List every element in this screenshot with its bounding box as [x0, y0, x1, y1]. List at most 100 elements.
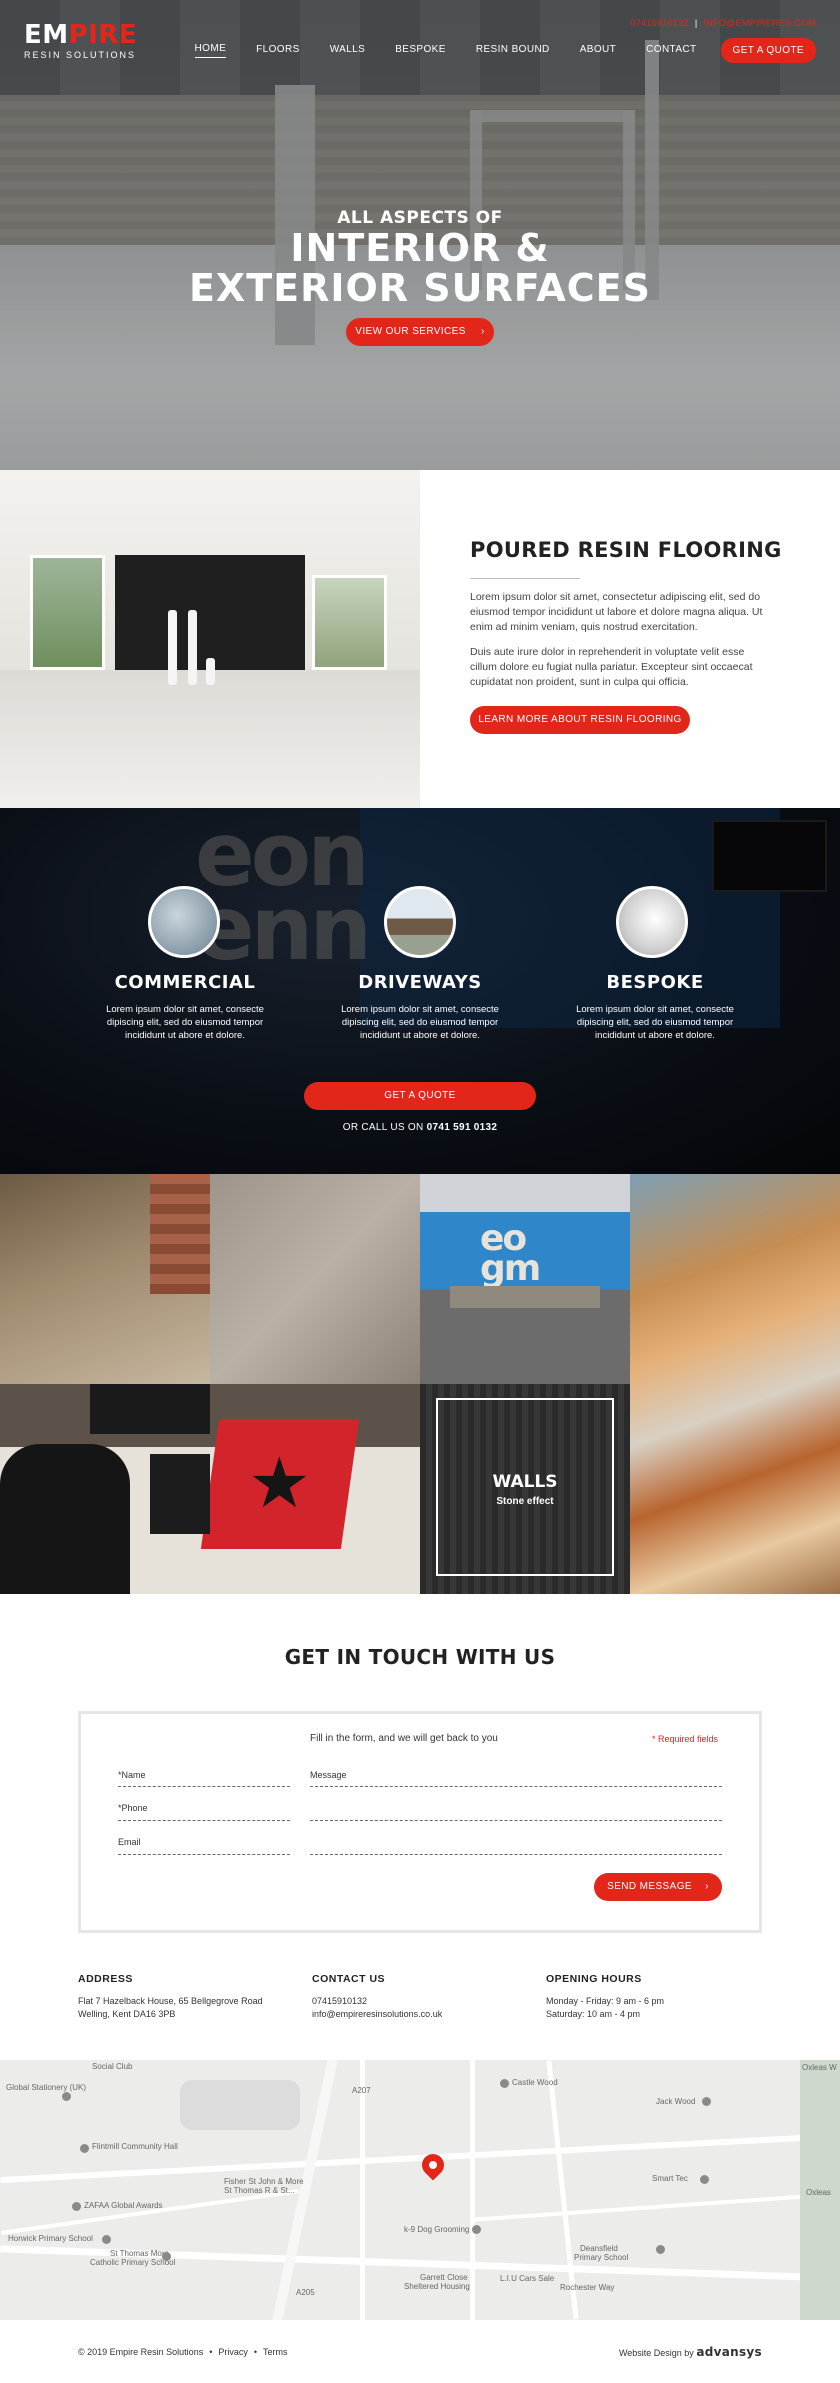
gallery-tile-concrete[interactable] [210, 1174, 420, 1384]
sofa [90, 1384, 210, 1434]
hours-weekday: Monday - Friday: 9 am - 6 pm [546, 1996, 665, 2006]
map-label: Smart Tec [652, 2174, 688, 2183]
terms-link[interactable]: Terms [263, 2347, 288, 2357]
hours-saturday: Saturday: 10 am - 4 pm [546, 2009, 641, 2019]
walls-subtitle: Stone effect [496, 1496, 554, 1507]
service-title-driveways[interactable]: DRIVEWAYS [320, 972, 520, 993]
office-sign: eo gm [480, 1218, 541, 1289]
map-label: k-9 Dog Grooming [404, 2225, 470, 2234]
contact-phone[interactable]: 07415910132 [312, 1995, 367, 2007]
map-label: St Thomas R & St... [224, 2186, 295, 2195]
map-label: Primary School [574, 2253, 629, 2262]
nav-floors[interactable]: FLOORS [256, 44, 300, 58]
call-number[interactable]: 0741 591 0132 [427, 1122, 498, 1133]
message-field-line[interactable] [310, 1820, 722, 1821]
top-email-link[interactable]: INFO@EMPIRERES.COM [703, 18, 816, 28]
vase [188, 610, 197, 685]
map-label: A207 [352, 2086, 371, 2095]
star-icon: ★ [248, 1444, 311, 1522]
top-contact-bar: 07415910132 | INFO@EMPIRERES.COM [630, 18, 816, 28]
address-heading: ADDRESS [78, 1973, 133, 1985]
map-label: Rochester Way [560, 2283, 615, 2292]
map-poi-icon [162, 2252, 171, 2261]
map-poi-icon [500, 2079, 509, 2088]
map-label: Deansfield [580, 2244, 618, 2253]
map-label: Oxleas W [802, 2063, 837, 2072]
service-text-driveways: Lorem ipsum dolor sit amet, consecte dip… [341, 1004, 499, 1041]
service-title-commercial[interactable]: COMMERCIAL [85, 972, 285, 993]
name-label: *Name [118, 1770, 146, 1780]
map-label: Jack Wood [656, 2097, 696, 2106]
location-map[interactable]: Global Stationery (UK) Social Club Castl… [0, 2060, 840, 2320]
map-label: Fisher St John & More [224, 2177, 304, 2186]
gallery-tile-office[interactable]: eo gm [420, 1174, 630, 1384]
walls-title: WALLS [492, 1472, 558, 1492]
nav-get-quote-button[interactable]: GET A QUOTE [720, 38, 816, 63]
service-text-bespoke: Lorem ipsum dolor sit amet, consecte dip… [576, 1004, 734, 1041]
form-intro: Fill in the form, and we will get back t… [310, 1733, 498, 1744]
email-field[interactable] [118, 1854, 290, 1855]
view-services-label: VIEW OUR SERVICES [355, 326, 466, 337]
poured-divider [470, 578, 580, 579]
top-phone-link[interactable]: 07415910132 [630, 18, 688, 28]
address-line-2: Welling, Kent DA16 3PB [78, 2009, 176, 2019]
main-nav: HOME FLOORS WALLS BESPOKE RESIN BOUND AB… [165, 38, 816, 63]
map-label: A205 [296, 2288, 315, 2297]
nav-resin-bound[interactable]: RESIN BOUND [476, 44, 550, 58]
services-get-quote-button[interactable]: GET A QUOTE [304, 1082, 536, 1110]
nav-walls[interactable]: WALLS [330, 44, 366, 58]
commercial-thumb[interactable] [148, 886, 220, 958]
driveways-thumb[interactable] [384, 886, 456, 958]
phone-field[interactable] [118, 1820, 290, 1821]
poured-paragraph-2: Duis aute irure dolor in reprehenderit i… [470, 646, 753, 688]
footer-credit[interactable]: Website Design by advansys [619, 2345, 762, 2359]
bespoke-thumb[interactable] [616, 886, 688, 958]
gallery-tile-marble[interactable] [630, 1174, 840, 1594]
credit-prefix: Website Design by [618, 2348, 694, 2358]
poured-resin-image [0, 470, 420, 808]
room-resin-floor [0, 670, 420, 808]
send-message-button[interactable]: SEND MESSAGE › [594, 1873, 722, 1901]
map-road [180, 2080, 300, 2130]
nav-home[interactable]: HOME [194, 43, 227, 58]
logo-wordmark: EMPIRE [24, 20, 138, 50]
map-label: ZAFAA Global Awards [84, 2201, 163, 2210]
chevron-right-icon: › [480, 326, 485, 337]
room-window [312, 575, 387, 670]
gallery-tile-floor-brick[interactable] [0, 1174, 210, 1384]
view-services-button[interactable]: VIEW OUR SERVICES › [346, 318, 494, 346]
nav-bespoke[interactable]: BESPOKE [395, 44, 446, 58]
vase [168, 610, 177, 685]
poured-paragraph-1: Lorem ipsum dolor sit amet, consectetur … [470, 591, 763, 633]
office-bench [450, 1286, 600, 1308]
map-label: Global Stationery (UK) [6, 2083, 87, 2092]
brick-column [150, 1174, 210, 1294]
vase [206, 658, 215, 685]
map-label: Castle Wood [512, 2078, 558, 2087]
map-label: St Thomas More [110, 2249, 169, 2258]
name-field[interactable] [118, 1786, 290, 1787]
map-poi-icon [62, 2092, 71, 2101]
map-label: Oxleas [806, 2188, 831, 2197]
chevron-right-icon: › [705, 1881, 709, 1892]
map-road [470, 2192, 840, 2222]
site-logo[interactable]: EMPIRE RESIN SOLUTIONS [24, 22, 137, 60]
logo-tagline: RESIN SOLUTIONS [24, 50, 137, 60]
map-poi-icon [700, 2175, 709, 2184]
map-road [360, 2060, 365, 2320]
service-title-bespoke[interactable]: BESPOKE [555, 972, 755, 993]
message-field[interactable] [310, 1786, 722, 1787]
hero-title-line-2: EXTERIOR SURFACES [188, 266, 652, 310]
nav-contact[interactable]: CONTACT [646, 44, 696, 58]
poured-title: POURED RESIN FLOORING [470, 538, 782, 562]
gallery-tile-lounge[interactable]: ★ [0, 1384, 420, 1594]
privacy-link[interactable]: Privacy [218, 2347, 248, 2357]
map-label: Social Club [92, 2062, 133, 2071]
message-field-line[interactable] [310, 1854, 722, 1855]
contact-heading: CONTACT US [312, 1973, 386, 1985]
contact-email[interactable]: info@empireresinsolutions.co.uk [312, 2008, 442, 2020]
nav-about[interactable]: ABOUT [580, 44, 616, 58]
call-us-line: OR CALL US ON 0741 591 0132 [0, 1122, 840, 1133]
learn-more-button[interactable]: LEARN MORE ABOUT RESIN FLOORING [470, 706, 690, 734]
hours-heading: OPENING HOURS [546, 1973, 642, 1985]
